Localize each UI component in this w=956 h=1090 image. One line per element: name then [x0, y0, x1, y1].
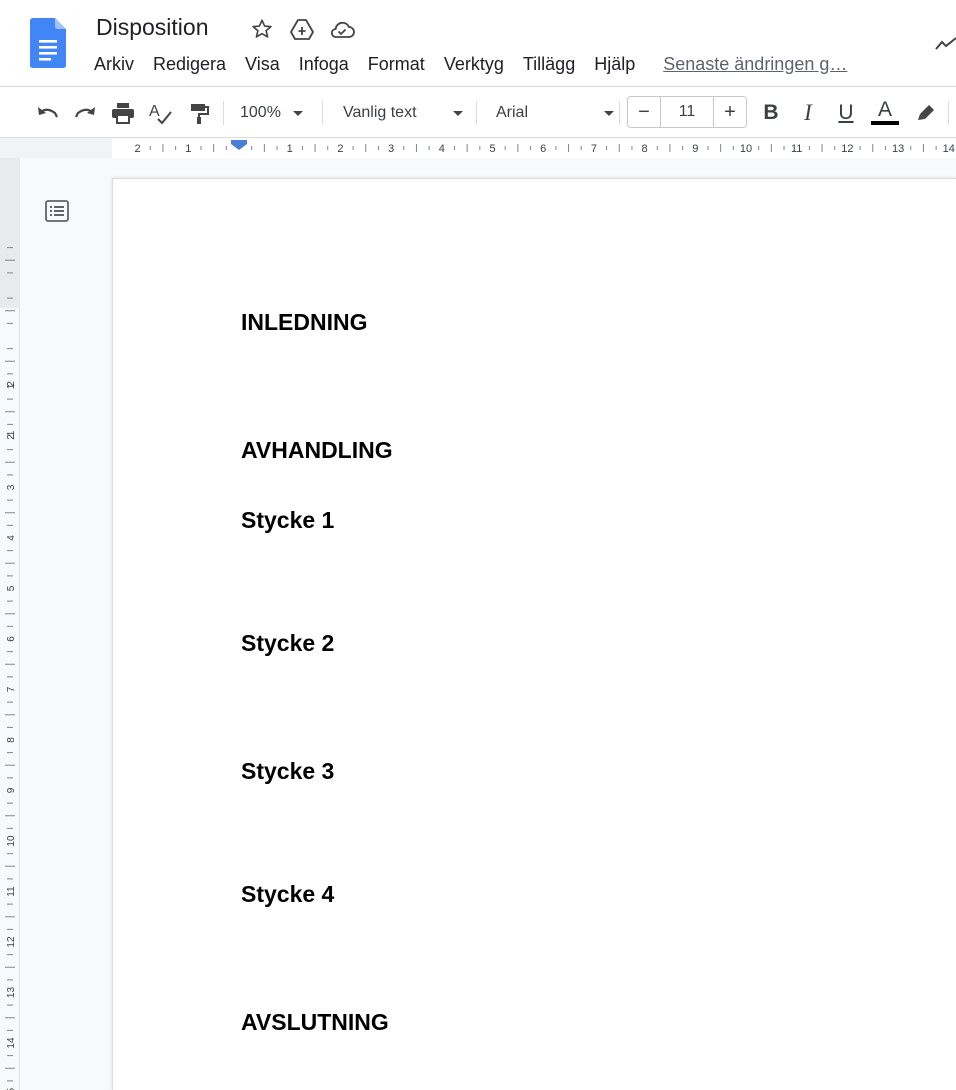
vertical-ruler-scale: 21123456789101112131415 — [0, 158, 20, 1090]
menu-bar: Arkiv Redigera Visa Infoga Format Verkty… — [94, 52, 847, 76]
star-icon[interactable] — [249, 16, 275, 42]
ruler-label: 11 — [6, 886, 17, 897]
ruler-label: 9 — [6, 787, 17, 793]
bold-button[interactable]: B — [760, 100, 782, 126]
heading-avhandling[interactable]: AVHANDLING — [241, 437, 393, 464]
last-edit-link[interactable]: Senaste ändringen g… — [663, 54, 847, 75]
ruler-label: 14 — [943, 143, 955, 155]
menu-redigera[interactable]: Redigera — [153, 54, 226, 75]
ruler-label: 1 — [6, 383, 17, 389]
font-select[interactable]: Arial — [496, 100, 614, 126]
activity-trend-icon[interactable] — [934, 36, 956, 52]
title-bar: Disposition Arkiv Redigera Visa Infoga F… — [0, 0, 956, 86]
ruler-label: 2 — [135, 143, 141, 155]
ruler-label: 3 — [6, 484, 17, 490]
move-to-drive-icon[interactable] — [289, 16, 315, 42]
increase-font-size-button[interactable]: + — [714, 97, 746, 127]
font-size-input[interactable]: 11 — [660, 97, 714, 127]
ruler-label: 1 — [185, 143, 191, 155]
chevron-down-icon — [453, 110, 463, 116]
ruler-label: 9 — [692, 143, 698, 155]
ruler-label: 6 — [6, 636, 17, 642]
heading-stycke-1[interactable]: Stycke 1 — [241, 507, 334, 534]
menu-verktyg[interactable]: Verktyg — [444, 54, 504, 75]
ruler-label: 2 — [6, 434, 17, 440]
ruler-label: 12 — [6, 936, 17, 948]
underline-button[interactable]: U — [835, 100, 857, 126]
ruler-label: 13 — [892, 143, 904, 155]
font-value: Arial — [496, 104, 529, 121]
zoom-value: 100% — [240, 104, 281, 121]
ruler-label: 14 — [6, 1037, 17, 1049]
ruler-label: 5 — [6, 585, 17, 591]
print-icon[interactable] — [110, 100, 136, 126]
font-size-stepper: − 11 + — [627, 96, 747, 128]
ruler-label: 7 — [6, 686, 17, 692]
toolbar: A 100% Vanlig text Arial B I U A — [0, 86, 956, 138]
ruler-label: 10 — [740, 143, 752, 155]
horizontal-ruler[interactable]: 2 1 1 2 3 4 5 6 7 8 9 10 11 12 13 14 — [0, 138, 956, 158]
ruler-label: 8 — [642, 143, 648, 155]
document-title[interactable]: Disposition — [96, 14, 209, 41]
highlight-pen-icon[interactable] — [913, 100, 939, 126]
undo-icon[interactable] — [33, 100, 61, 126]
docs-logo-icon[interactable] — [30, 18, 66, 68]
chevron-down-icon — [292, 110, 303, 116]
chevron-down-icon — [604, 110, 614, 116]
text-color-button[interactable]: A — [870, 97, 900, 127]
menu-format[interactable]: Format — [368, 54, 425, 75]
ruler-label: 5 — [489, 143, 495, 155]
ruler-label: 3 — [388, 143, 394, 155]
ruler-label: 2 — [337, 143, 343, 155]
horizontal-ruler-scale: 2 1 1 2 3 4 5 6 7 8 9 10 11 12 13 14 — [0, 138, 956, 158]
ruler-label: 1 — [287, 143, 293, 155]
menu-visa[interactable]: Visa — [245, 54, 280, 75]
ruler-label: 13 — [6, 987, 17, 999]
text-color-bar — [871, 121, 899, 125]
menu-tillagg[interactable]: Tillägg — [523, 54, 575, 75]
document-page[interactable] — [112, 178, 956, 1090]
heading-stycke-4[interactable]: Stycke 4 — [241, 881, 334, 908]
svg-text:A: A — [149, 103, 160, 120]
vertical-ruler[interactable]: 21123456789101112131415 — [0, 158, 20, 1090]
paragraph-style-select[interactable]: Vanlig text — [343, 100, 463, 126]
spellcheck-icon[interactable]: A — [147, 100, 173, 126]
menu-infoga[interactable]: Infoga — [299, 54, 349, 75]
italic-button[interactable]: I — [797, 100, 819, 126]
heading-avslutning[interactable]: AVSLUTNING — [241, 1009, 389, 1036]
cloud-saved-icon[interactable] — [329, 16, 355, 42]
heading-stycke-2[interactable]: Stycke 2 — [241, 630, 334, 657]
paragraph-style-value: Vanlig text — [343, 104, 417, 121]
heading-inledning[interactable]: INLEDNING — [241, 309, 368, 336]
menu-hjalp[interactable]: Hjälp — [594, 54, 635, 75]
heading-stycke-3[interactable]: Stycke 3 — [241, 758, 334, 785]
ruler-label: 4 — [439, 143, 445, 155]
document-outline-icon[interactable] — [44, 198, 70, 224]
ruler-label: 4 — [6, 535, 17, 541]
ruler-label: 7 — [591, 143, 597, 155]
ruler-label: 6 — [540, 143, 546, 155]
redo-icon[interactable] — [72, 100, 100, 126]
ruler-label: 8 — [6, 737, 17, 743]
ruler-label: 10 — [6, 835, 17, 847]
menu-arkiv[interactable]: Arkiv — [94, 54, 134, 75]
paint-format-icon[interactable] — [186, 100, 212, 126]
ruler-label: 12 — [841, 143, 853, 155]
ruler-label: 11 — [791, 143, 802, 155]
zoom-select[interactable]: 100% — [240, 100, 312, 126]
decrease-font-size-button[interactable]: − — [628, 97, 660, 127]
